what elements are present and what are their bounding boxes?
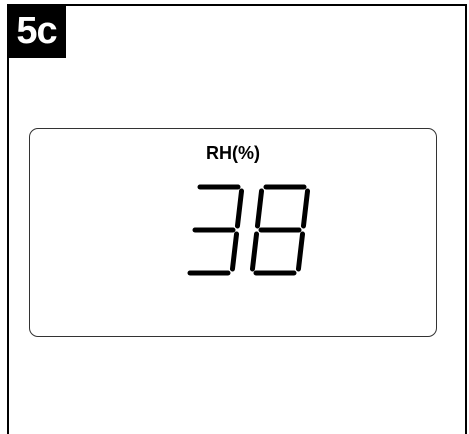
- segment-upper-right: [300, 188, 311, 229]
- segment-lower-right: [295, 231, 306, 272]
- segment-upper-left: [254, 188, 265, 229]
- segment-lower-left: [249, 231, 260, 272]
- segment-upper-right: [234, 188, 245, 229]
- segment-lower-right: [229, 231, 240, 272]
- seven-segment-digits: [187, 184, 311, 276]
- humidity-reading-digits: [187, 184, 311, 276]
- step-badge: 5c: [7, 4, 66, 58]
- humidity-label: RH(%): [206, 143, 260, 163]
- lcd-display-panel: RH(%) 38: [29, 128, 437, 337]
